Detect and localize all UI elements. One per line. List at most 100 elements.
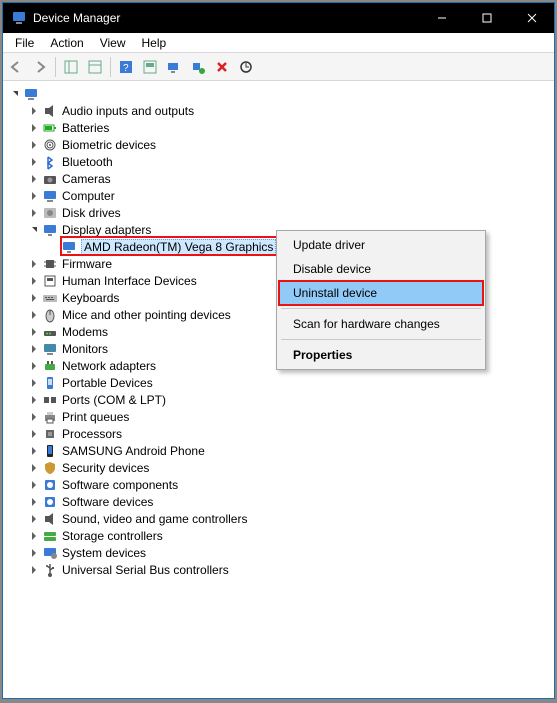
collapse-arrow-icon[interactable] — [28, 224, 40, 236]
expand-arrow-icon[interactable] — [28, 173, 40, 185]
security-icon — [42, 460, 58, 476]
expand-arrow-icon[interactable] — [28, 207, 40, 219]
expand-arrow-icon[interactable] — [28, 309, 40, 321]
expand-arrow-icon[interactable] — [28, 479, 40, 491]
context-menu-item[interactable]: Update driver — [279, 233, 483, 257]
tree-item[interactable]: Ports (COM & LPT) — [5, 391, 552, 408]
tree-item[interactable] — [5, 85, 552, 102]
titlebar: Device Manager — [3, 3, 554, 33]
ports-icon — [42, 392, 58, 408]
device-tree[interactable]: Audio inputs and outputsBatteriesBiometr… — [3, 81, 554, 698]
tree-item-label: Computer — [62, 189, 115, 203]
mouse-icon — [42, 307, 58, 323]
display-icon — [61, 239, 77, 255]
tree-item-label: Software components — [62, 478, 178, 492]
tree-item-label: Display adapters — [62, 223, 151, 237]
show-hide-tree-button[interactable] — [60, 56, 82, 78]
tree-item-label: Ports (COM & LPT) — [62, 393, 166, 407]
expand-arrow-icon[interactable] — [28, 122, 40, 134]
maximize-button[interactable] — [464, 3, 509, 33]
tree-item[interactable]: SAMSUNG Android Phone — [5, 442, 552, 459]
expand-arrow-icon[interactable] — [28, 326, 40, 338]
expand-arrow-icon[interactable] — [28, 156, 40, 168]
tree-item[interactable]: Software devices — [5, 493, 552, 510]
context-menu-item[interactable]: Properties — [279, 343, 483, 367]
tree-item[interactable]: Security devices — [5, 459, 552, 476]
tree-item[interactable]: Software components — [5, 476, 552, 493]
back-button[interactable] — [5, 56, 27, 78]
expand-arrow-icon[interactable] — [28, 462, 40, 474]
tree-item-label: Security devices — [62, 461, 149, 475]
tree-item-label: Bluetooth — [62, 155, 113, 169]
expand-arrow-icon[interactable] — [28, 377, 40, 389]
update-driver-toolbar-button[interactable] — [235, 56, 257, 78]
collapse-arrow-icon[interactable] — [9, 88, 21, 100]
expand-arrow-icon[interactable] — [28, 547, 40, 559]
tree-item[interactable]: Disk drives — [5, 204, 552, 221]
action-toolbar-button[interactable] — [139, 56, 161, 78]
uninstall-toolbar-button[interactable] — [211, 56, 233, 78]
expand-arrow-icon[interactable] — [28, 445, 40, 457]
expand-arrow-icon[interactable] — [28, 258, 40, 270]
expand-arrow-icon[interactable] — [28, 105, 40, 117]
expand-arrow-icon[interactable] — [28, 360, 40, 372]
expand-arrow-icon[interactable] — [28, 394, 40, 406]
tree-item[interactable]: Portable Devices — [5, 374, 552, 391]
expand-arrow-icon[interactable] — [28, 139, 40, 151]
expand-arrow-icon[interactable] — [28, 292, 40, 304]
camera-icon — [42, 171, 58, 187]
tree-item[interactable]: Cameras — [5, 170, 552, 187]
help-button[interactable]: ? — [115, 56, 137, 78]
context-menu-item[interactable]: Disable device — [279, 257, 483, 281]
expand-arrow-icon[interactable] — [28, 343, 40, 355]
scan-hardware-button[interactable] — [163, 56, 185, 78]
portable-icon — [42, 375, 58, 391]
tree-item[interactable]: Computer — [5, 187, 552, 204]
context-menu-item[interactable]: Uninstall device — [279, 281, 483, 305]
expand-arrow-icon[interactable] — [28, 496, 40, 508]
tree-item-label: Disk drives — [62, 206, 121, 220]
app-icon — [11, 10, 27, 26]
close-button[interactable] — [509, 3, 554, 33]
cpu-icon — [42, 426, 58, 442]
computer-icon — [42, 188, 58, 204]
toolbar-separator — [110, 57, 111, 77]
tree-item[interactable]: Audio inputs and outputs — [5, 102, 552, 119]
expand-arrow-icon[interactable] — [28, 428, 40, 440]
minimize-button[interactable] — [419, 3, 464, 33]
tree-item[interactable]: Biometric devices — [5, 136, 552, 153]
svg-text:?: ? — [123, 63, 129, 74]
menu-help[interactable]: Help — [134, 34, 175, 52]
tree-item[interactable]: Bluetooth — [5, 153, 552, 170]
storage-icon — [42, 528, 58, 544]
expand-arrow-icon[interactable] — [28, 530, 40, 542]
tree-item-label: Modems — [62, 325, 108, 339]
forward-button[interactable] — [29, 56, 51, 78]
add-hardware-button[interactable] — [187, 56, 209, 78]
tree-item-label: AMD Radeon(TM) Vega 8 Graphics — [81, 239, 276, 255]
tree-item[interactable]: Universal Serial Bus controllers — [5, 561, 552, 578]
context-menu-item[interactable]: Scan for hardware changes — [279, 312, 483, 336]
toolbar: ? — [3, 53, 554, 81]
toolbar-separator — [55, 57, 56, 77]
menu-view[interactable]: View — [92, 34, 134, 52]
expand-arrow-icon[interactable] — [28, 513, 40, 525]
menu-action[interactable]: Action — [42, 34, 91, 52]
tree-item[interactable]: System devices — [5, 544, 552, 561]
tree-item-label: Audio inputs and outputs — [62, 104, 194, 118]
tree-item[interactable]: Storage controllers — [5, 527, 552, 544]
window-title: Device Manager — [33, 11, 419, 25]
menu-file[interactable]: File — [7, 34, 42, 52]
context-menu: Update driverDisable deviceUninstall dev… — [276, 230, 486, 370]
properties-toolbar-button[interactable] — [84, 56, 106, 78]
expand-arrow-icon[interactable] — [28, 275, 40, 287]
expand-arrow-icon[interactable] — [28, 564, 40, 576]
tree-item[interactable]: Processors — [5, 425, 552, 442]
printer-icon — [42, 409, 58, 425]
tree-item[interactable]: Sound, video and game controllers — [5, 510, 552, 527]
expand-arrow-icon[interactable] — [28, 190, 40, 202]
tree-item-label: SAMSUNG Android Phone — [62, 444, 205, 458]
tree-item[interactable]: Print queues — [5, 408, 552, 425]
tree-item[interactable]: Batteries — [5, 119, 552, 136]
expand-arrow-icon[interactable] — [28, 411, 40, 423]
